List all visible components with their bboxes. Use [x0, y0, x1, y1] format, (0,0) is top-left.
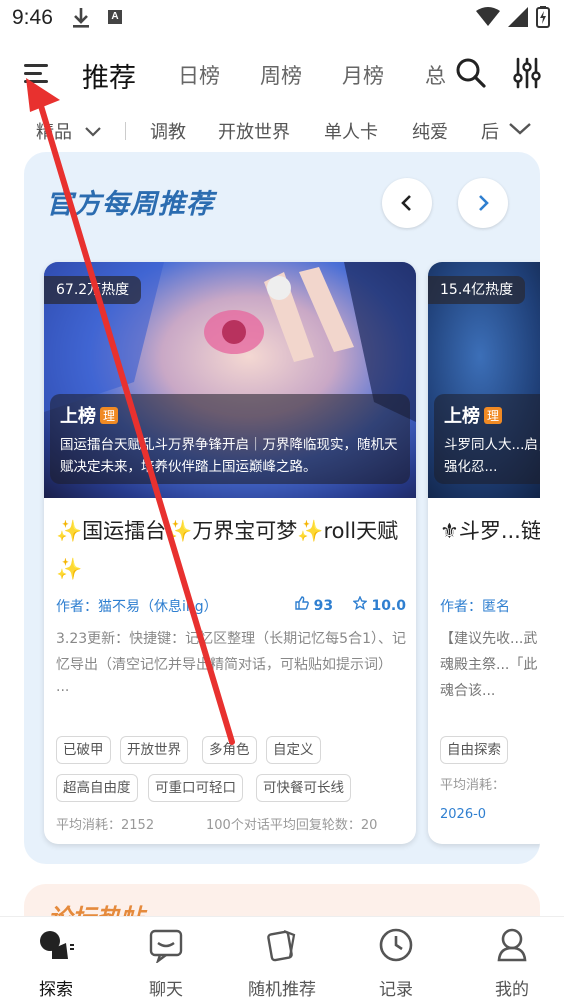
category-more[interactable]: 后: [481, 118, 499, 144]
card-description: 3.23更新：快捷键：记忆区整理（长期记忆每5合1）、记忆导出（清空记忆并导出精…: [56, 626, 406, 696]
nav-chat[interactable]: 聊天: [110, 917, 222, 1004]
weekly-title: 官方每周推荐: [46, 189, 214, 220]
nav-explore[interactable]: 探索: [0, 917, 112, 1004]
score-value: 10.0: [371, 598, 406, 614]
card-meta: 作者：猫不易（休息ing） 93 10.0: [56, 595, 406, 616]
profile-icon: [497, 928, 527, 962]
nav-profile[interactable]: 我的: [456, 917, 564, 1004]
status-right: [476, 6, 550, 28]
cover-description: 国运擂台天赋乱斗万界争锋开启｜万界降临现实，随机天赋决定未来，培养伙伴踏上国运巅…: [60, 437, 398, 475]
rank-tag: 理: [484, 407, 503, 424]
expand-categories-icon[interactable]: [508, 122, 532, 136]
tab-total[interactable]: 总: [425, 60, 446, 90]
cover-caption: 上榜理 斗罗同人大...启，强化忍...: [434, 394, 540, 484]
prev-button[interactable]: [382, 178, 432, 228]
category-tiaojiao[interactable]: 调教: [150, 118, 186, 144]
category-single-card[interactable]: 单人卡: [324, 118, 378, 144]
heat-badge: 15.4亿热度: [428, 276, 526, 304]
chevron-right-icon: [479, 195, 489, 211]
tag[interactable]: 可重口可轻口: [148, 774, 243, 802]
tag[interactable]: 自由探索: [440, 736, 508, 764]
clock-icon: [379, 928, 413, 962]
likes-count: 93: [313, 598, 334, 614]
card-author[interactable]: 作者：猫不易（休息ing）: [56, 599, 218, 615]
tab-recommend[interactable]: 推荐: [82, 56, 136, 95]
cover-caption: 上榜理 国运擂台天赋乱斗万界争锋开启｜万界降临现实，随机天赋决定未来，培养伙伴踏…: [50, 394, 410, 484]
rank-label: 上榜: [444, 406, 480, 427]
card-ellipsis: ...: [56, 679, 70, 695]
avg-cost: 平均消耗：2152: [56, 818, 155, 833]
avg-rounds: 100个对话平均回复轮数：20: [206, 818, 378, 833]
card-cover-image: 67.2万热度 上榜理 国运擂台天赋乱斗万界争锋开启｜万界降临现实，随机天赋决定…: [44, 262, 416, 498]
weekly-recommend-section: 官方每周推荐 67.2万热度 上榜理 国运擂台天赋乱斗万界争锋开启｜万界降临现实…: [24, 152, 540, 864]
rank-tag: 理: [100, 407, 119, 424]
chevron-down-icon: [84, 127, 101, 137]
random-card-icon: [267, 929, 296, 962]
nav-random-label: 随机推荐: [248, 980, 316, 1000]
chevron-left-icon: [401, 195, 411, 211]
category-row: 精品 调教 开放世界 单人卡 纯爱 后: [0, 108, 564, 150]
rank-label: 上榜: [60, 406, 96, 427]
recommend-card[interactable]: 15.4亿热度 上榜理 斗罗同人大...启，强化忍... ⚜斗罗...链】 作者…: [428, 262, 540, 844]
category-divider: [125, 122, 126, 140]
tag[interactable]: 已破甲: [56, 736, 111, 764]
star-icon: [351, 595, 368, 611]
chat-icon: [149, 929, 183, 963]
card-footer: 平均消耗：2152 100个对话平均回复轮数：20: [56, 814, 406, 833]
tag[interactable]: 自定义: [266, 736, 321, 764]
status-bar: 9:46 A: [0, 0, 564, 40]
card-stats: 93 10.0: [295, 595, 406, 614]
status-time: 9:46: [12, 6, 53, 29]
nav-random[interactable]: 随机推荐: [226, 917, 338, 1004]
battery-icon: [536, 6, 550, 28]
card-date: 2026-0: [440, 807, 487, 822]
bottom-nav: 探索 聊天 随机推荐 记录 我的: [0, 916, 564, 1004]
tag[interactable]: 可快餐可长线: [256, 774, 351, 802]
explore-icon: [40, 931, 74, 959]
tab-monthly[interactable]: 月榜: [342, 60, 384, 90]
tag[interactable]: 开放世界: [120, 736, 188, 764]
nav-history[interactable]: 记录: [340, 917, 452, 1004]
download-icon: [70, 6, 92, 34]
card-title: ⚜斗罗...链】: [440, 519, 540, 543]
signal-icon: [508, 7, 528, 27]
thumbs-up-icon: [295, 596, 309, 610]
card-description: 【建议先收...武魂殿主祭...「此魂合该...: [440, 631, 538, 699]
notification-a-icon: A: [108, 10, 122, 24]
category-dropdown-label: 精品: [36, 122, 72, 143]
tab-weekly[interactable]: 周榜: [260, 60, 302, 90]
nav-profile-label: 我的: [495, 980, 529, 1000]
card-author[interactable]: 作者：匿名: [440, 596, 540, 616]
tag[interactable]: 多角色: [202, 736, 257, 764]
tag[interactable]: 超高自由度: [56, 774, 138, 802]
filter-sliders-icon[interactable]: [512, 56, 542, 90]
card-update-text: 3.23更新：快捷键：记忆区整理（长期记忆每5合1）、记忆导出（清空记忆并导出精…: [56, 631, 406, 673]
heat-badge: 67.2万热度: [44, 276, 142, 304]
tab-daily[interactable]: 日榜: [178, 60, 220, 90]
next-button[interactable]: [458, 178, 508, 228]
avg-cost: 平均消耗：: [440, 778, 506, 793]
search-icon[interactable]: [454, 56, 488, 90]
nav-history-label: 记录: [379, 980, 413, 1000]
category-pure-love[interactable]: 纯爱: [412, 118, 448, 144]
category-open-world[interactable]: 开放世界: [218, 118, 290, 144]
wifi-icon: [476, 7, 500, 26]
menu-icon[interactable]: [22, 58, 52, 88]
cover-description: 斗罗同人大...启，强化忍...: [444, 437, 540, 475]
card-cover-image: 15.4亿热度 上榜理 斗罗同人大...启，强化忍...: [428, 262, 540, 498]
top-nav: 推荐 日榜 周榜 月榜 总: [0, 48, 564, 102]
category-dropdown[interactable]: 精品: [36, 118, 102, 144]
card-title: ✨国运擂台✨万界宝可梦✨roll天赋✨: [56, 519, 399, 581]
recommend-card[interactable]: 67.2万热度 上榜理 国运擂台天赋乱斗万界争锋开启｜万界降临现实，随机天赋决定…: [44, 262, 416, 844]
nav-explore-label: 探索: [39, 980, 73, 1000]
nav-chat-label: 聊天: [149, 980, 183, 1000]
